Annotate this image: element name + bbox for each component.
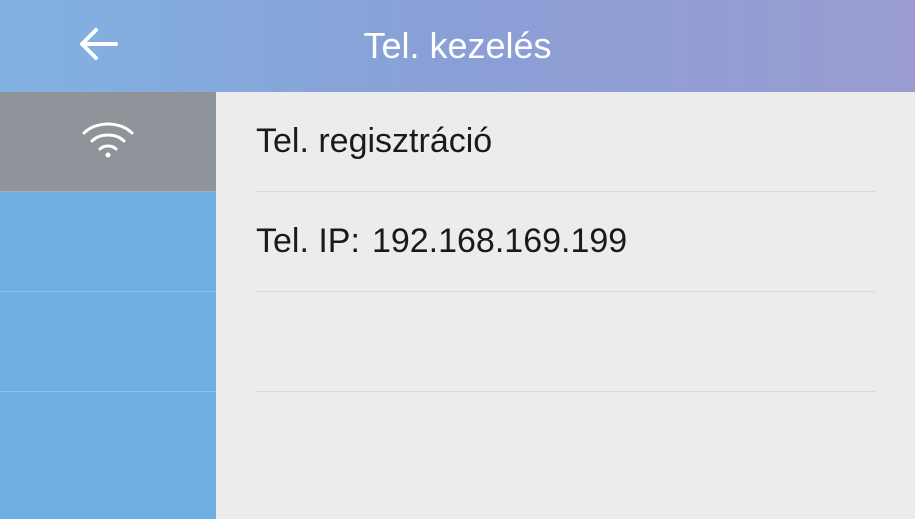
body: Tel. regisztráció Tel. IP: 192.168.169.1… [0, 92, 915, 519]
screen: Tel. kezelés Tel. regisztráció [0, 0, 915, 519]
back-button[interactable] [70, 16, 130, 76]
row-empty-2 [256, 392, 875, 519]
row-value: 192.168.169.199 [372, 222, 627, 261]
row-label: Tel. regisztráció [256, 122, 492, 161]
sidebar-item-empty-1[interactable] [0, 192, 216, 292]
sidebar-item-empty-2[interactable] [0, 292, 216, 392]
sidebar-item-empty-3[interactable] [0, 392, 216, 519]
content-panel: Tel. regisztráció Tel. IP: 192.168.169.1… [216, 92, 915, 519]
sidebar [0, 92, 216, 519]
wifi-icon [80, 119, 136, 164]
sidebar-item-wifi[interactable] [0, 92, 216, 192]
row-tel-registration[interactable]: Tel. regisztráció [256, 92, 875, 192]
header-bar: Tel. kezelés [0, 0, 915, 92]
back-arrow-icon [76, 20, 124, 73]
row-label: Tel. IP: [256, 222, 360, 261]
row-tel-ip[interactable]: Tel. IP: 192.168.169.199 [256, 192, 875, 292]
row-empty-1 [256, 292, 875, 392]
page-title: Tel. kezelés [0, 25, 915, 67]
